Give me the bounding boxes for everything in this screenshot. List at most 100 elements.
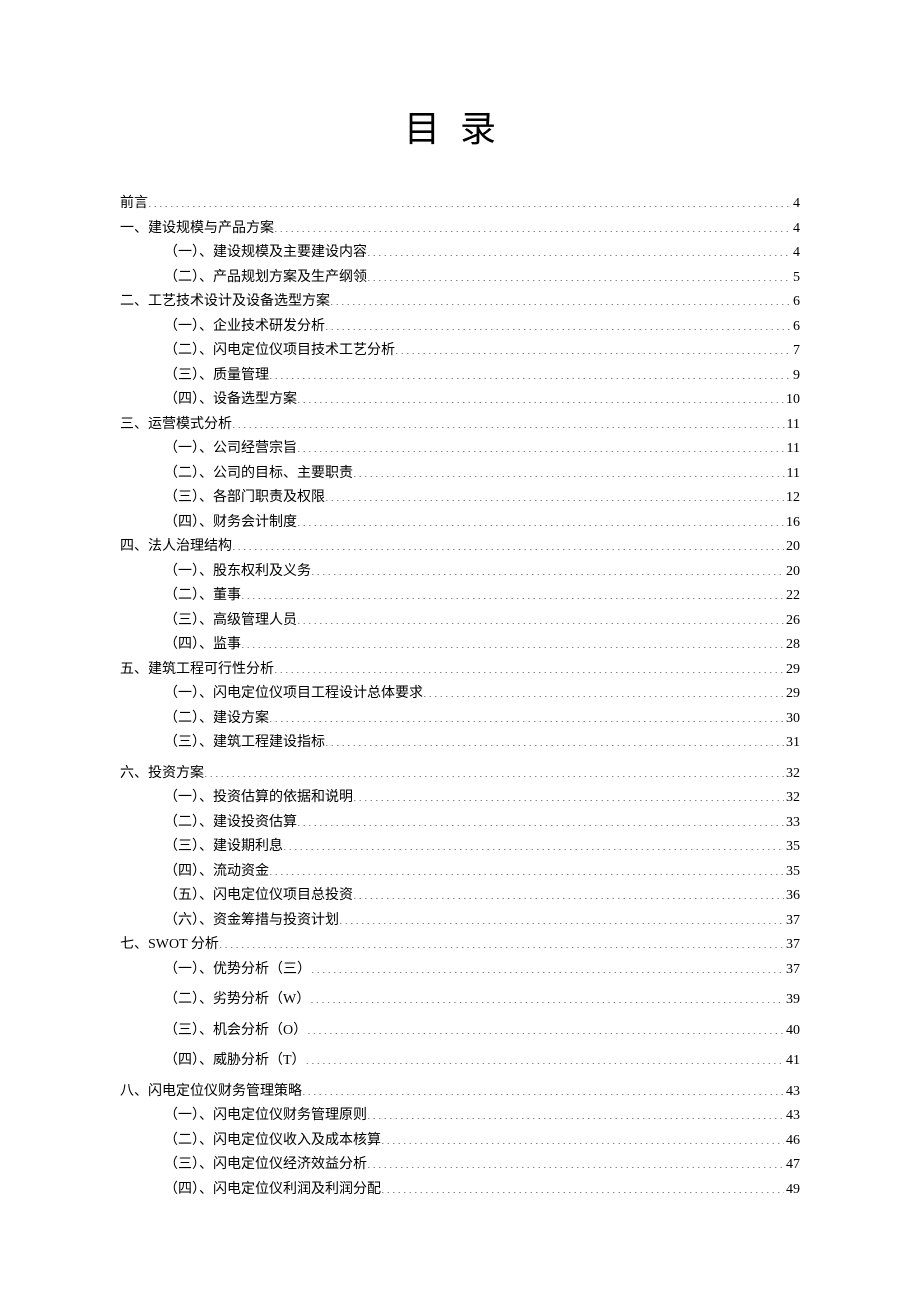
toc-entry: 一、建设规模与产品方案4 — [120, 217, 800, 242]
toc-entry-page: 7 — [791, 339, 800, 364]
toc-entry-label: （二）、董事 — [164, 584, 241, 609]
toc-entry-page: 6 — [791, 290, 800, 315]
toc-entry-page: 37 — [784, 933, 800, 958]
toc-entry: （一）、股东权利及义务 20 — [120, 560, 800, 585]
toc-entry: 前言4 — [120, 192, 800, 217]
toc-entry: （四）、闪电定位仪利润及利润分配 49 — [120, 1178, 800, 1203]
toc-leader-dots — [353, 787, 784, 801]
toc-entry-label: （二）、产品规划方案及生产纲领 — [164, 266, 367, 291]
toc-entry: （四）、流动资金 35 — [120, 860, 800, 885]
toc-entry: （二）、劣势分析（W）39 — [120, 988, 800, 1013]
toc-entry-label: （三）、建筑工程建设指标 — [164, 731, 325, 756]
toc-entry: 八、闪电定位仪财务管理策略43 — [120, 1080, 800, 1105]
toc-entry-page: 37 — [784, 909, 800, 934]
toc-entry-label: 前言 — [120, 192, 148, 217]
toc-entry: 六、投资方案32 — [120, 762, 800, 787]
toc-entry: （四）、设备选型方案10 — [120, 388, 800, 413]
toc-entry-page: 11 — [785, 413, 800, 438]
toc-entry-label: （二）、劣势分析（W） — [164, 988, 310, 1013]
toc-entry: （一）、公司经营宗旨 11 — [120, 437, 800, 462]
toc-entry-label: 七、SWOT 分析 — [120, 933, 219, 958]
toc-entry-label: （一）、股东权利及义务 — [164, 560, 311, 585]
toc-entry-page: 16 — [784, 511, 800, 536]
toc-entry-page: 4 — [791, 241, 800, 266]
toc-entry-label: 一、建设规模与产品方案 — [120, 217, 274, 242]
toc-entry-page: 49 — [784, 1178, 800, 1203]
toc-entry: （三）、闪电定位仪经济效益分析47 — [120, 1153, 800, 1178]
toc-leader-dots — [241, 585, 784, 599]
toc-leader-dots — [297, 812, 784, 826]
toc-entry-label: 四、法人治理结构 — [120, 535, 232, 560]
toc-entry: （二）、闪电定位仪收入及成本核算46 — [120, 1129, 800, 1154]
toc-entry-page: 32 — [784, 786, 800, 811]
toc-entry: 三、运营模式分析 11 — [120, 413, 800, 438]
document-page: 目录 前言4一、建设规模与产品方案4（一）、建设规模及主要建设内容4（二）、产品… — [0, 0, 920, 1282]
toc-leader-dots — [311, 561, 784, 575]
toc-entry: （三）、高级管理人员26 — [120, 609, 800, 634]
toc-entry-page: 11 — [785, 437, 800, 462]
toc-leader-dots — [269, 861, 784, 875]
toc-entry-page: 20 — [784, 535, 800, 560]
toc-entry-label: （一）、企业技术研发分析 — [164, 315, 325, 340]
toc-entry-label: （一）、闪电定位仪财务管理原则 — [164, 1104, 367, 1129]
toc-entry-label: （三）、各部门职责及权限 — [164, 486, 325, 511]
toc-leader-dots — [367, 242, 791, 256]
toc-entry-page: 35 — [784, 860, 800, 885]
toc-entry: 五、建筑工程可行性分析29 — [120, 658, 800, 683]
toc-leader-dots — [325, 487, 784, 501]
toc-entry: （一）、建设规模及主要建设内容 4 — [120, 241, 800, 266]
toc-leader-dots — [353, 463, 785, 477]
toc-entry-page: 29 — [784, 658, 800, 683]
toc-leader-dots — [339, 910, 784, 924]
toc-leader-dots — [306, 1050, 784, 1064]
toc-entry-label: （一）、公司经营宗旨 — [164, 437, 297, 462]
toc-leader-dots — [269, 708, 784, 722]
toc-leader-dots — [241, 634, 784, 648]
toc-entry-label: （四）、流动资金 — [164, 860, 269, 885]
toc-entry-label: （四）、闪电定位仪利润及利润分配 — [164, 1178, 381, 1203]
toc-entry: （一）、投资估算的依据和说明32 — [120, 786, 800, 811]
toc-entry-page: 35 — [784, 835, 800, 860]
toc-entry: （三）、建筑工程建设指标31 — [120, 731, 800, 756]
toc-entry-label: （一）、建设规模及主要建设内容 — [164, 241, 367, 266]
toc-leader-dots — [269, 365, 791, 379]
toc-entry-page: 47 — [784, 1153, 800, 1178]
toc-leader-dots — [302, 1081, 784, 1095]
toc-entry-label: （二）、公司的目标、主要职责 — [164, 462, 353, 487]
toc-entry: （二）、闪电定位仪项目技术工艺分析7 — [120, 339, 800, 364]
toc-entry-label: （四）、威胁分析（T） — [164, 1049, 306, 1074]
toc-entry-page: 36 — [784, 884, 800, 909]
toc-leader-dots — [232, 536, 784, 550]
toc-entry-page: 9 — [791, 364, 800, 389]
toc-leader-dots — [381, 1130, 784, 1144]
toc-entry: （二）、建设方案30 — [120, 707, 800, 732]
toc-entry-label: （四）、设备选型方案 — [164, 388, 297, 413]
toc-leader-dots — [353, 885, 784, 899]
toc-entry-page: 20 — [784, 560, 800, 585]
toc-leader-dots — [232, 414, 785, 428]
toc-entry: （三）、机会分析（O）40 — [120, 1019, 800, 1044]
toc-entry: （二）、产品规划方案及生产纲领 5 — [120, 266, 800, 291]
toc-leader-dots — [274, 659, 784, 673]
toc-entry: （三）、各部门职责及权限 12 — [120, 486, 800, 511]
toc-entry: 四、法人治理结构 20 — [120, 535, 800, 560]
toc-leader-dots — [395, 340, 791, 354]
toc-entry: （四）、威胁分析（T）41 — [120, 1049, 800, 1074]
toc-leader-dots — [325, 732, 784, 746]
toc-entry: （二）、建设投资估算33 — [120, 811, 800, 836]
toc-entry: 七、SWOT 分析 37 — [120, 933, 800, 958]
toc-entry-page: 26 — [784, 609, 800, 634]
toc-container: 前言4一、建设规模与产品方案4（一）、建设规模及主要建设内容4（二）、产品规划方… — [120, 192, 800, 1202]
toc-entry: （六）、资金筹措与投资计划37 — [120, 909, 800, 934]
toc-entry-page: 40 — [784, 1019, 800, 1044]
toc-entry: 二、工艺技术设计及设备选型方案 6 — [120, 290, 800, 315]
toc-entry-label: 三、运营模式分析 — [120, 413, 232, 438]
toc-entry-label: （一）、闪电定位仪项目工程设计总体要求 — [164, 682, 423, 707]
toc-leader-dots — [274, 218, 791, 232]
toc-entry-page: 5 — [791, 266, 800, 291]
toc-entry-page: 11 — [785, 462, 800, 487]
toc-entry-label: 二、工艺技术设计及设备选型方案 — [120, 290, 330, 315]
toc-entry-page: 30 — [784, 707, 800, 732]
toc-entry: （一）、企业技术研发分析6 — [120, 315, 800, 340]
toc-entry-page: 12 — [784, 486, 800, 511]
